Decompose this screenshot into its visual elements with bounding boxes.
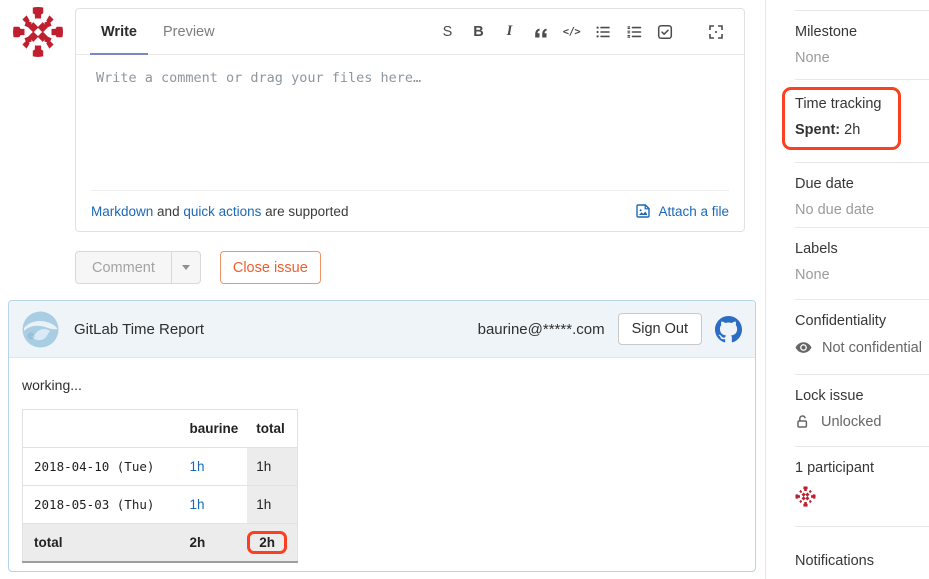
time-tracking-value: Spent: 2h (795, 122, 929, 138)
time-report-panel: GitLab Time Report baurine@*****.com Sig… (8, 300, 756, 572)
header-total-cell: total (247, 409, 298, 448)
time-report-header: GitLab Time Report baurine@*****.com Sig… (9, 301, 755, 358)
milestone-value: None (795, 50, 830, 66)
attach-file-label: Attach a file (658, 203, 729, 219)
comment-button[interactable]: Comment (76, 252, 171, 283)
user-hours-cell: 1h (180, 485, 248, 524)
action-buttons-row: Comment Close issue (75, 251, 321, 284)
unlock-icon (797, 415, 808, 428)
issue-sidebar: Milestone None Time tracking Spent: 2h D… (765, 0, 929, 579)
table-row: 2018-04-10 (Tue) 1h 1h (22, 447, 298, 486)
sidebar-time-tracking[interactable]: Time tracking Spent: 2h (782, 79, 929, 162)
sidebar-due-date[interactable]: Due date No due date (795, 162, 929, 227)
comment-textarea[interactable]: Write a comment or drag your files here… (76, 55, 744, 101)
user-hours-cell: 1h (180, 447, 248, 486)
sidebar-lock-issue[interactable]: Lock issue Unlocked (795, 374, 929, 446)
table-row: 2018-05-03 (Thu) 1h 1h (22, 485, 298, 524)
chevron-down-icon (181, 265, 190, 270)
date-cell: 2018-04-10 (Tue) (22, 447, 181, 486)
footer-text-supported: are supported (261, 203, 349, 219)
comment-button-group: Comment (75, 251, 201, 284)
user-total-cell: 2h (180, 523, 248, 562)
sidebar-milestone[interactable]: Milestone None (795, 10, 929, 79)
total-hours-cell: 1h (247, 447, 298, 486)
report-user-email: baurine@*****.com (477, 320, 605, 338)
lock-issue-title: Lock issue (795, 388, 864, 404)
notifications-title: Notifications (795, 553, 874, 569)
milestone-title: Milestone (795, 24, 858, 40)
tab-write[interactable]: Write (88, 9, 150, 55)
participant-avatar[interactable] (795, 486, 816, 507)
sign-out-button[interactable]: Sign Out (617, 313, 702, 345)
bullet-list-icon[interactable] (590, 19, 615, 44)
participants-title: 1 participant (795, 460, 874, 476)
sidebar-participants: 1 participant (795, 446, 929, 526)
date-cell: 2018-05-03 (Thu) (22, 485, 181, 524)
editor-toolbar: S B I </> (435, 9, 728, 54)
annotation-box-total-cell: 2h (247, 530, 288, 554)
quote-icon[interactable] (528, 19, 553, 44)
editor-header: Write Preview S B I </> (76, 9, 744, 55)
lock-issue-value: Unlocked (821, 414, 882, 430)
total-hours-cell: 1h (247, 485, 298, 524)
table-total-row: total 2h 2h (22, 523, 298, 562)
github-icon[interactable] (715, 315, 742, 343)
header-user-cell: baurine (180, 409, 248, 448)
eye-icon (795, 342, 812, 353)
task-list-icon[interactable] (652, 19, 677, 44)
numbered-list-icon[interactable] (621, 19, 646, 44)
hours-link[interactable]: 1h (190, 497, 205, 512)
sidebar-labels[interactable]: Labels None (795, 227, 929, 299)
due-date-title: Due date (795, 176, 854, 192)
total-label-cell: total (22, 523, 181, 562)
grand-total-cell: 2h (247, 523, 298, 562)
sidebar-confidentiality[interactable]: Confidentiality Not confidential (795, 299, 929, 374)
italic-icon[interactable]: I (497, 19, 522, 44)
labels-value: None (795, 267, 830, 283)
header-empty-cell (22, 409, 181, 448)
bold-icon[interactable]: B (466, 19, 491, 44)
sidebar-notifications[interactable]: Notifications (795, 526, 929, 569)
labels-title: Labels (795, 241, 838, 257)
strikethrough-icon[interactable]: S (435, 19, 460, 44)
report-status-text: working... (22, 377, 82, 393)
comment-editor: Write Preview S B I </> Write a comment … (75, 8, 745, 232)
hours-link[interactable]: 1h (190, 459, 205, 474)
user-avatar[interactable] (12, 6, 64, 58)
time-report-table: baurine total 2018-04-10 (Tue) 1h 1h 201… (22, 409, 298, 563)
editor-footer: Markdown and quick actions are supported… (91, 190, 729, 231)
report-title: GitLab Time Report (74, 320, 205, 338)
quick-actions-link[interactable]: quick actions (183, 204, 261, 219)
time-report-body: working... baurine total 2018-04-10 (Tue… (9, 358, 755, 576)
spent-value: 2h (840, 122, 861, 138)
footer-text-and: and (153, 203, 184, 219)
time-tracking-title: Time tracking (795, 96, 882, 112)
table-header-row: baurine total (22, 409, 298, 448)
tab-preview[interactable]: Preview (150, 9, 228, 54)
confidentiality-value: Not confidential (822, 339, 922, 356)
fullscreen-icon[interactable] (703, 19, 728, 44)
report-app-avatar (22, 311, 59, 347)
attach-file-button[interactable]: Attach a file (635, 203, 729, 219)
comment-dropdown-button[interactable] (170, 252, 200, 283)
confidentiality-title: Confidentiality (795, 313, 887, 329)
close-issue-button[interactable]: Close issue (219, 251, 321, 284)
spent-label: Spent: (795, 122, 841, 138)
attach-file-icon (636, 204, 651, 218)
due-date-value: No due date (795, 202, 875, 218)
code-icon[interactable]: </> (559, 19, 584, 44)
markdown-link[interactable]: Markdown (91, 204, 153, 219)
